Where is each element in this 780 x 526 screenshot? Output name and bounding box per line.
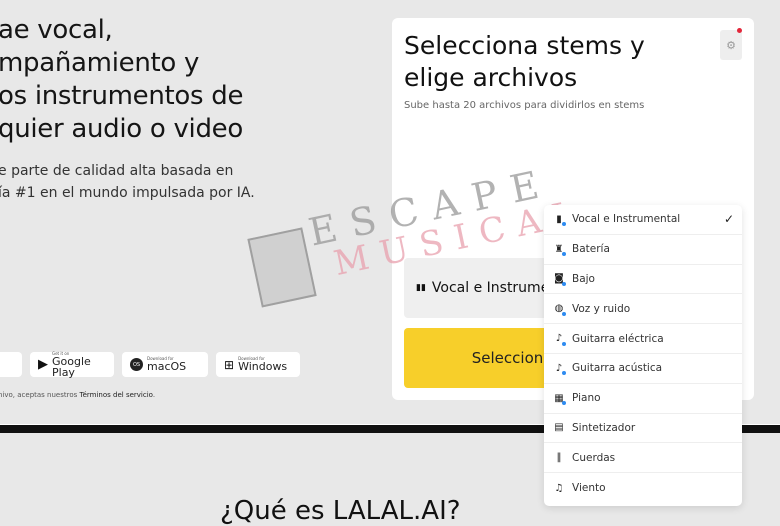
dropdown-option[interactable]: ♪ Guitarra eléctrica bbox=[544, 324, 742, 354]
notification-dot bbox=[737, 28, 742, 33]
synth-icon: ▤ bbox=[554, 422, 564, 434]
dropdown-option[interactable]: ▤ Sintetizador bbox=[544, 414, 742, 444]
hero-line: ae vocal, bbox=[0, 15, 113, 45]
gear-icon: ⚙ bbox=[726, 38, 736, 52]
hero-sub-line: e parte de calidad alta basada en bbox=[0, 163, 234, 179]
windows-button[interactable]: ⊞ Download for Windows bbox=[216, 352, 300, 377]
dropdown-option[interactable]: ♪ Guitarra acústica bbox=[544, 354, 742, 384]
title-line: Selecciona stems y bbox=[404, 31, 645, 60]
store-label: Windows bbox=[238, 360, 288, 373]
dropdown-option[interactable]: ▦ Piano bbox=[544, 384, 742, 414]
card-subtitle: Sube hasta 20 archivos para dividirlos e… bbox=[404, 100, 645, 111]
option-label: Guitarra eléctrica bbox=[572, 332, 664, 345]
hero-line: quier audio o video bbox=[0, 114, 243, 144]
section-title: ¿Qué es LALAL.AI? bbox=[220, 496, 461, 526]
terms-suffix: . bbox=[152, 391, 156, 399]
store-label: macOS bbox=[147, 360, 187, 373]
option-label: Batería bbox=[572, 243, 610, 256]
option-label: Sintetizador bbox=[572, 421, 636, 434]
option-label: Viento bbox=[572, 482, 606, 495]
dropdown-option[interactable]: ♜ Batería bbox=[544, 235, 742, 265]
terms-text: nivo, aceptas nuestros Términos del serv… bbox=[0, 391, 155, 399]
settings-button[interactable]: ⚙ bbox=[720, 30, 742, 60]
terms-link[interactable]: Términos del servicio bbox=[80, 391, 153, 399]
store-label: Google Play bbox=[52, 354, 91, 379]
hero-heading: ae vocal, mpañamiento y os instrumentos … bbox=[0, 14, 243, 146]
title-line: elige archivos bbox=[404, 63, 578, 92]
option-label: Bajo bbox=[572, 272, 595, 285]
hero-line: os instrumentos de bbox=[0, 81, 244, 111]
drum-icon: ♜ bbox=[552, 243, 566, 257]
check-icon: ✓ bbox=[723, 212, 734, 227]
option-label: Guitarra acústica bbox=[572, 362, 663, 375]
option-label: Vocal e Instrumental bbox=[572, 213, 681, 226]
voice-noise-icon: ◍ bbox=[552, 303, 566, 316]
dropdown-option[interactable]: ▮ Vocal e Instrumental ✓ bbox=[544, 205, 742, 235]
wind-icon: ♫ bbox=[554, 482, 564, 494]
strings-icon: ‖ bbox=[556, 452, 562, 464]
dropdown-option[interactable]: ♫ Viento bbox=[544, 473, 742, 503]
store-buttons: re ▶Get it onGoogle Play OSDownload form… bbox=[0, 351, 300, 379]
option-label: Piano bbox=[572, 392, 601, 405]
option-label: Voz y ruido bbox=[572, 302, 631, 315]
play-icon: ▶ bbox=[38, 357, 48, 372]
hero-sub-line: ía #1 en el mundo impulsada por IA. bbox=[0, 185, 255, 201]
hero-line: mpañamiento y bbox=[0, 48, 200, 78]
app-store-button[interactable]: re bbox=[0, 352, 22, 377]
waveform-icon: ▮▮ bbox=[416, 283, 426, 293]
option-label: Cuerdas bbox=[572, 451, 616, 464]
hero-subtitle: e parte de calidad alta basada en ía #1 … bbox=[0, 160, 255, 204]
dropdown-option[interactable]: ◙ Bajo bbox=[544, 265, 742, 295]
waveform-icon: ▮ bbox=[552, 213, 566, 227]
dropdown-option[interactable]: ‖ Cuerdas bbox=[544, 443, 742, 474]
dropdown-option[interactable]: ◍ Voz y ruido bbox=[544, 294, 742, 325]
acoustic-guitar-icon: ♪ bbox=[552, 362, 566, 376]
bass-amp-icon: ◙ bbox=[552, 273, 566, 286]
card-title: Selecciona stems y elige archivos bbox=[404, 30, 645, 94]
macos-button[interactable]: OS Download for macOS bbox=[122, 352, 208, 377]
macos-icon: OS bbox=[130, 358, 143, 371]
stem-dropdown: ▮ Vocal e Instrumental ✓ ♜ Batería ◙ Bajo ◍ Voz … bbox=[544, 205, 742, 506]
electric-guitar-icon: ♪ bbox=[552, 333, 566, 346]
watermark-piano-icon bbox=[247, 227, 317, 308]
piano-icon: ▦ bbox=[552, 392, 566, 406]
terms-prefix: nivo, aceptas nuestros bbox=[0, 391, 80, 399]
google-play-button[interactable]: ▶ Get it on Google Play bbox=[30, 351, 114, 379]
windows-icon: ⊞ bbox=[224, 357, 235, 372]
